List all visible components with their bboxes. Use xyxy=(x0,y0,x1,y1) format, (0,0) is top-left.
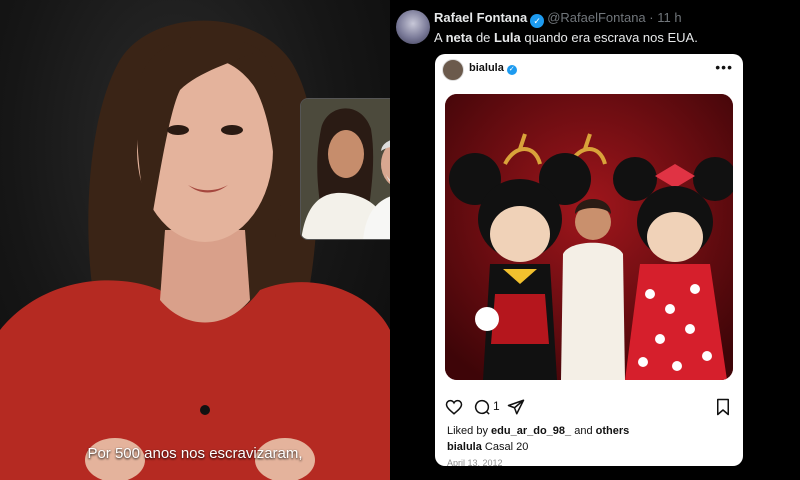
instagram-post-embed[interactable]: bialula ✓ ••• 1 Liked by edu_ar_do_98_ a… xyxy=(435,54,743,466)
tweet-text: A neta de Lula quando era escrava nos EU… xyxy=(434,30,698,45)
video-caption: Por 500 anos nos escravizaram, xyxy=(87,445,303,462)
comment-count: 1 xyxy=(493,399,500,413)
instagram-action-bar: 1 xyxy=(445,398,733,418)
liked-by-prefix: Liked by xyxy=(447,425,488,437)
video-speaker-image xyxy=(0,20,390,480)
instagram-post-date: April 13, 2012 xyxy=(447,458,503,466)
like-heart-icon[interactable] xyxy=(445,398,463,416)
tweet-text-prefix: A xyxy=(434,30,442,45)
video-frame: Por 500 anos nos escravizaram, xyxy=(0,0,390,480)
verified-badge-icon: ✓ xyxy=(530,14,545,28)
instagram-user-avatar[interactable] xyxy=(442,59,464,81)
instagram-username-row[interactable]: bialula ✓ xyxy=(469,62,517,75)
instagram-photo-image xyxy=(445,94,733,380)
more-dots-icon[interactable]: ••• xyxy=(715,59,733,75)
liked-by-and: and xyxy=(574,425,593,437)
tweet: Rafael Fontana ✓ @RafaelFontana · 11 h A n… xyxy=(390,0,800,480)
liked-by-user[interactable]: edu_ar_do_98_ xyxy=(491,425,571,437)
bookmark-icon[interactable] xyxy=(715,398,731,416)
tweet-separator: · xyxy=(645,10,658,25)
tweet-header: Rafael Fontana ✓ @RafaelFontana · 11 h xyxy=(434,10,682,28)
comment-icon[interactable] xyxy=(473,398,491,416)
liked-by-others[interactable]: others xyxy=(596,425,630,437)
tweet-text-mid: de xyxy=(475,30,491,45)
tweet-text-suffix: quando era escrava nos EUA. xyxy=(524,30,698,45)
instagram-caption: bialula Casal 20 xyxy=(447,441,528,453)
instagram-likes: Liked by edu_ar_do_98_ and others xyxy=(447,425,629,437)
instagram-username[interactable]: bialula xyxy=(469,62,504,74)
tweet-author-name[interactable]: Rafael Fontana xyxy=(434,10,527,25)
tweet-text-bold-1: neta xyxy=(445,30,473,45)
instagram-verified-icon: ✓ xyxy=(506,65,517,75)
tweet-timestamp[interactable]: 11 h xyxy=(657,10,681,25)
tweet-author-handle[interactable]: @RafaelFontana xyxy=(547,10,645,25)
instagram-post-photo[interactable] xyxy=(445,94,733,380)
tweet-text-bold-2: Lula xyxy=(494,30,521,45)
caption-text: Casal 20 xyxy=(484,441,529,453)
caption-username[interactable]: bialula xyxy=(447,441,482,453)
tweet-author-avatar[interactable] xyxy=(396,10,430,44)
instagram-post-header: bialula ✓ ••• xyxy=(435,54,743,88)
share-send-icon[interactable] xyxy=(507,398,525,416)
